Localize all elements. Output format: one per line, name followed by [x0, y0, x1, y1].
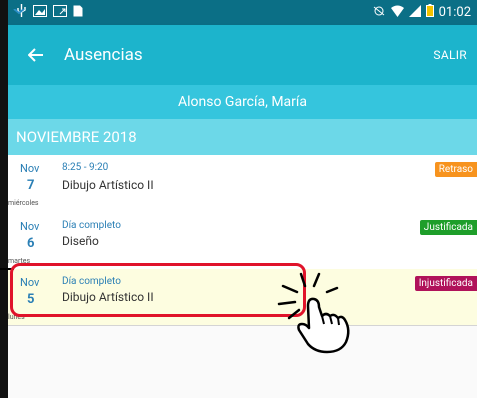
highlight-box	[10, 263, 306, 317]
entry-day: 6	[27, 236, 35, 251]
chevron-icon	[8, 0, 28, 15]
entry-month: Nov	[20, 162, 40, 175]
month-header: NOVIEMBRE 2018	[8, 119, 477, 155]
signal-icon	[408, 4, 421, 21]
entry-month: Nov	[20, 220, 40, 233]
wifi-icon	[390, 5, 404, 21]
cast-icon	[53, 4, 67, 21]
entry-subject: Diseño	[62, 234, 99, 248]
back-button[interactable]	[8, 43, 64, 67]
student-name: Alonso García, María	[8, 85, 477, 119]
entry-weekday: miércoles	[8, 199, 39, 207]
status-badge: Justificada	[419, 220, 477, 235]
entry-time: 8:25 - 9:20	[62, 162, 109, 173]
status-badge: Retraso	[434, 162, 477, 177]
entry-subject: Dibujo Artístico II	[62, 178, 154, 192]
status-right-icons: 01:02	[372, 4, 477, 21]
status-bar: 01:02	[8, 0, 477, 25]
image-icon	[33, 4, 47, 21]
entry-time: Día completo	[62, 220, 121, 231]
page-title: Ausencias	[64, 45, 143, 65]
clock-text: 01:02	[438, 5, 471, 20]
battery-icon	[425, 4, 434, 21]
tap-hand-icon	[275, 272, 365, 354]
app-bar: Ausencias SALIR	[8, 25, 477, 85]
list-item[interactable]: Nov 6 martes Día completo Diseño Justifi…	[8, 212, 477, 270]
salir-button[interactable]: SALIR	[433, 48, 477, 62]
phone-screen: 01:02 Ausencias SALIR Alonso García, Mar…	[8, 0, 477, 398]
arrow-left-icon	[27, 43, 44, 67]
vibrate-icon	[372, 5, 386, 21]
file-icon	[73, 5, 83, 21]
list-item[interactable]: Nov 7 miércoles 8:25 - 9:20 Dibujo Artís…	[8, 155, 477, 213]
status-badge: Injustificada	[414, 276, 477, 291]
entry-day: 7	[27, 178, 35, 193]
